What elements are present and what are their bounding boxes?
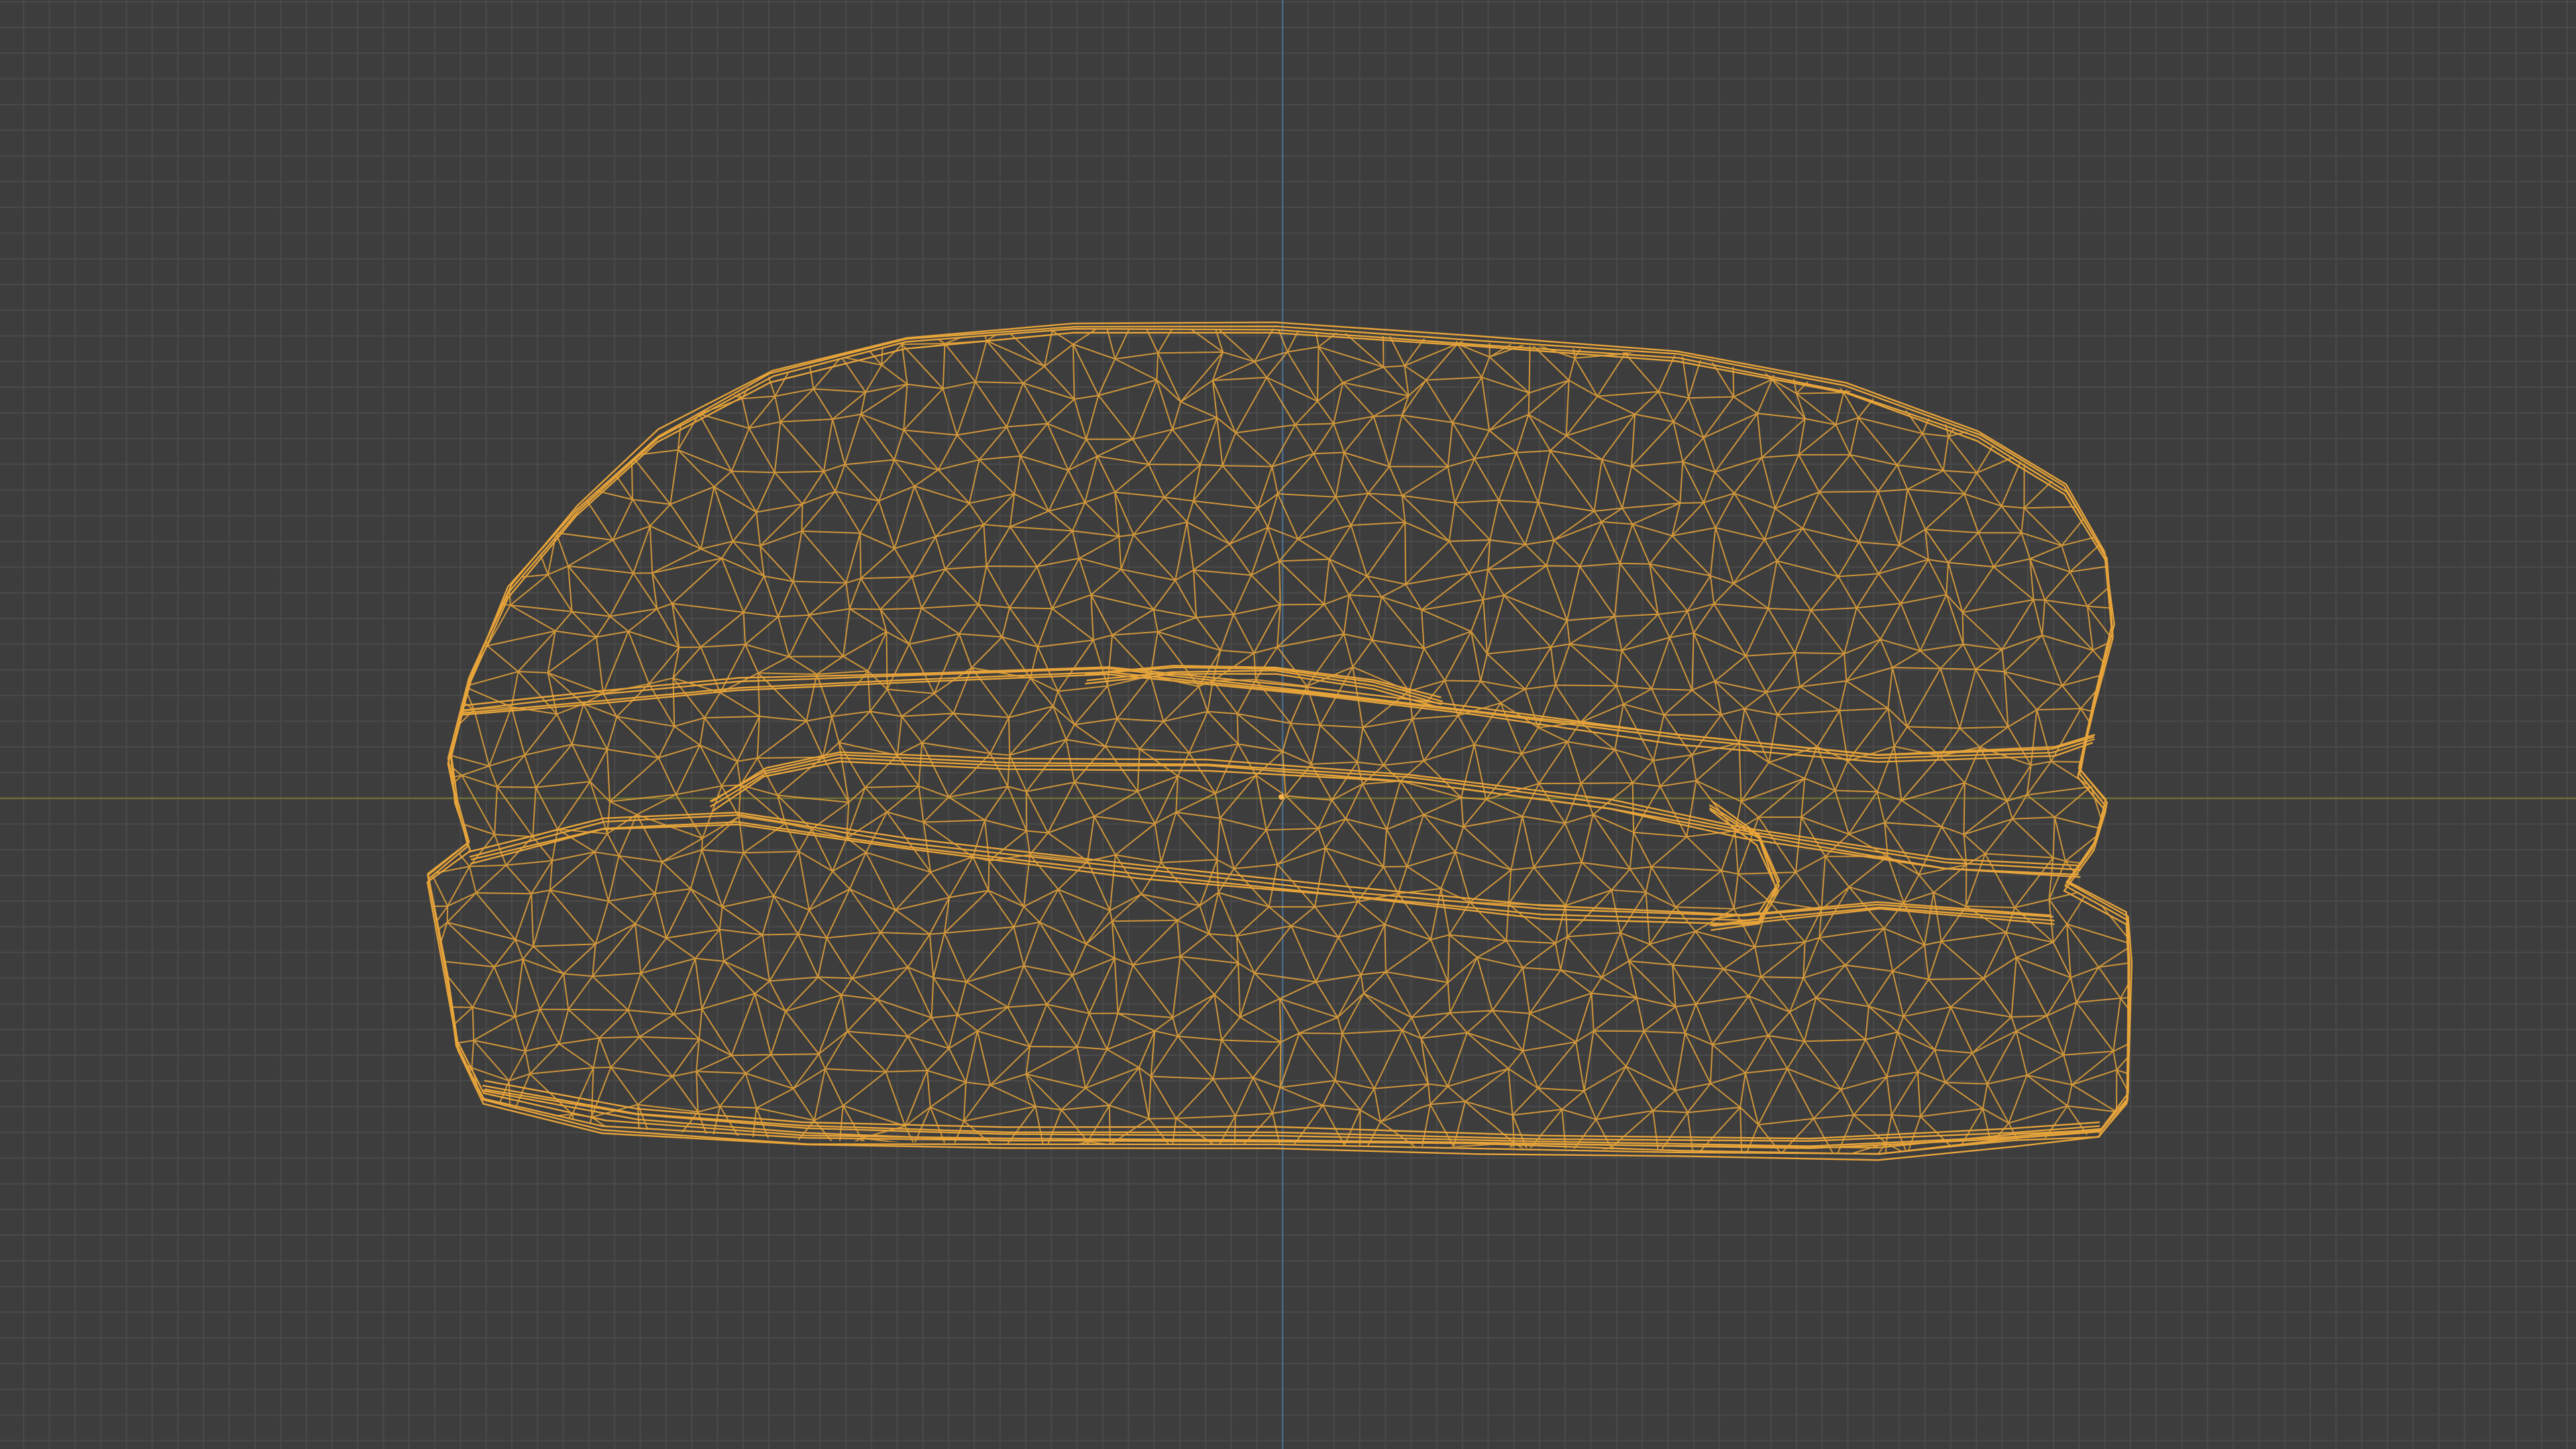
3d-viewport[interactable] bbox=[0, 0, 2576, 1449]
patty-lower-seam bbox=[470, 821, 2055, 922]
mesh-outline bbox=[427, 325, 2133, 1155]
object-origin bbox=[1279, 794, 1284, 800]
mesh-triangles bbox=[429, 329, 2130, 1154]
mesh-edges bbox=[429, 329, 2130, 1154]
patty-upper-seam bbox=[711, 760, 2081, 878]
burger-wireframe-mesh[interactable] bbox=[0, 0, 2576, 1449]
